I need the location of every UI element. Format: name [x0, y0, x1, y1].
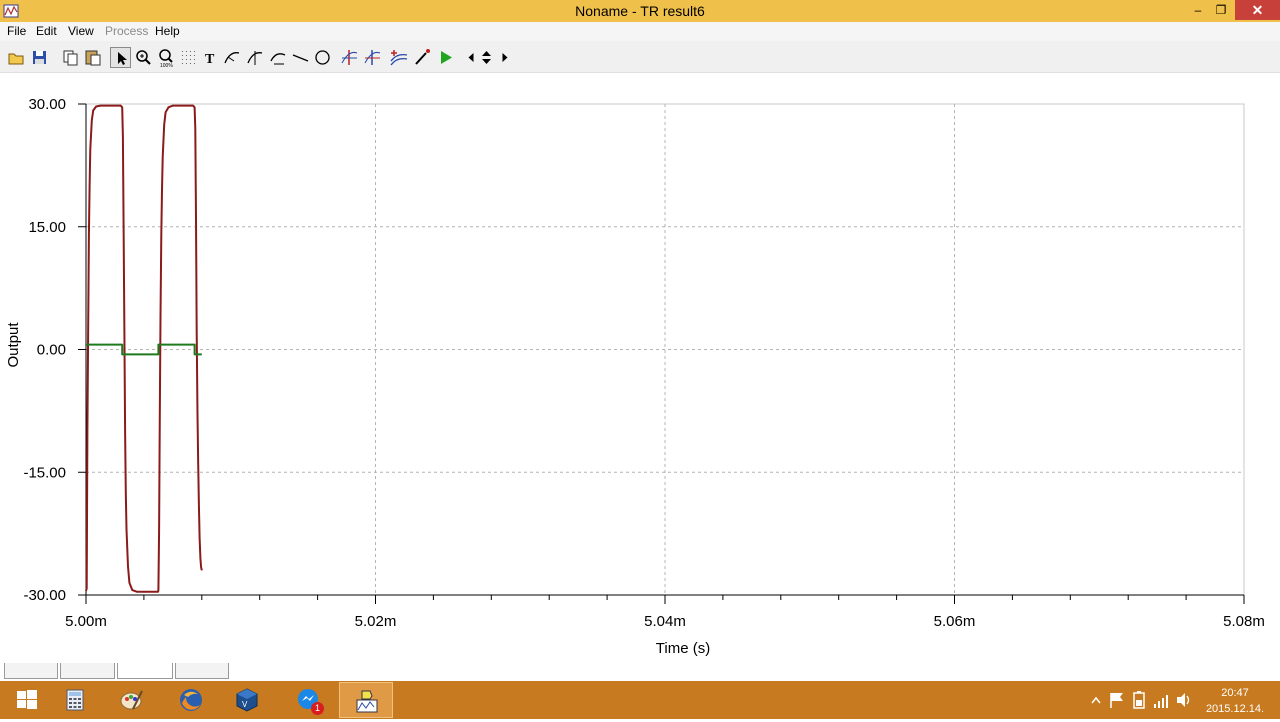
- axis-labels: Time (s) Output: [5, 322, 710, 657]
- tray-expand-icon[interactable]: [1090, 681, 1102, 719]
- action-center-icon[interactable]: [1108, 681, 1126, 719]
- close-button[interactable]: ✕: [1235, 0, 1280, 20]
- series: [85, 104, 203, 593]
- run-icon[interactable]: [435, 47, 456, 68]
- save-icon[interactable]: [29, 47, 50, 68]
- clock-time: 20:47: [1221, 687, 1249, 699]
- y-tick-label: 0.00: [37, 342, 66, 359]
- volume-icon[interactable]: [1175, 681, 1193, 719]
- sheet-tabs: [0, 663, 1280, 681]
- messenger-icon[interactable]: 1: [281, 682, 335, 718]
- title-bar: Noname - TR result6 – ❐ ✕: [0, 0, 1280, 22]
- grid: [85, 103, 1245, 596]
- taskbar: V 1 20:47 2015.12.14.: [0, 681, 1280, 719]
- calculator-icon[interactable]: [48, 682, 102, 718]
- cursor-a-icon[interactable]: [339, 47, 360, 68]
- pointer-icon[interactable]: [110, 47, 131, 68]
- sheet-tab[interactable]: [60, 663, 115, 679]
- cursor-b-icon[interactable]: [362, 47, 383, 68]
- menu-help[interactable]: Help: [155, 24, 180, 38]
- y-tick-label: 15.00: [28, 219, 66, 236]
- curve-marker-2-icon[interactable]: [268, 47, 289, 68]
- text-icon[interactable]: T: [200, 47, 221, 68]
- x-tick-label: 5.02m: [355, 613, 397, 630]
- scroll-right-icon[interactable]: [494, 47, 508, 68]
- svg-text:100%: 100%: [160, 63, 173, 68]
- sheet-tab[interactable]: [117, 663, 173, 679]
- clock[interactable]: 20:47 2015.12.14.: [1196, 685, 1274, 717]
- series-line-1: [85, 104, 203, 593]
- x-tick-label: 5.08m: [1223, 613, 1265, 630]
- zoom-in-icon[interactable]: [133, 47, 154, 68]
- y-tick-label: 30.00: [28, 96, 66, 113]
- sheet-tab[interactable]: [175, 663, 229, 679]
- grid-icon[interactable]: [178, 47, 199, 68]
- svg-text:V: V: [242, 700, 248, 709]
- paint-icon[interactable]: [105, 682, 159, 718]
- chart[interactable]: 5.00m 5.02m 5.04m 5.06m 5.08m 30.00 15.00 0.00 -…: [0, 73, 1280, 663]
- toolbar: 100% T: [0, 41, 1280, 73]
- svg-text:T: T: [205, 52, 215, 67]
- windows-start-icon[interactable]: [0, 682, 54, 718]
- virtualbox-icon[interactable]: V: [220, 682, 274, 718]
- open-folder-icon[interactable]: [6, 47, 27, 68]
- copy-icon[interactable]: [60, 47, 81, 68]
- y-tick-label: -15.00: [23, 464, 66, 481]
- x-tick-label: 5.04m: [644, 613, 686, 630]
- signal-icon[interactable]: [1152, 681, 1170, 719]
- plot-area[interactable]: 5.00m 5.02m 5.04m 5.06m 5.08m 30.00 15.00 0.00 -…: [0, 73, 1280, 663]
- x-tick-label: 5.06m: [934, 613, 976, 630]
- clock-date: 2015.12.14.: [1205, 703, 1265, 715]
- y-tick-label: -30.00: [23, 587, 66, 604]
- curve-marker-icon[interactable]: [245, 47, 266, 68]
- menu-edit[interactable]: Edit: [36, 24, 57, 38]
- menu-process[interactable]: Process: [105, 24, 148, 38]
- scroll-left-icon[interactable]: [461, 47, 475, 68]
- axes: 5.00m 5.02m 5.04m 5.06m 5.08m 30.00 15.00 0.00 -…: [23, 96, 1264, 630]
- maximize-button[interactable]: ❐: [1208, 0, 1234, 20]
- menu-bar: File Edit View Process Help: [0, 22, 1280, 41]
- scroll-updown-icon[interactable]: [476, 47, 493, 68]
- firefox-icon[interactable]: [164, 682, 218, 718]
- menu-file[interactable]: File: [7, 24, 26, 38]
- x-tick-label: 5.00m: [65, 613, 107, 630]
- probe-icon[interactable]: [412, 47, 433, 68]
- add-curve-icon[interactable]: [389, 47, 410, 68]
- line-icon[interactable]: [290, 47, 311, 68]
- window-title: Noname - TR result6: [575, 3, 705, 19]
- curve-label-icon[interactable]: [222, 47, 243, 68]
- battery-icon[interactable]: [1130, 681, 1148, 719]
- tina-icon[interactable]: [339, 682, 393, 718]
- zoom-100-icon[interactable]: 100%: [156, 47, 177, 68]
- ellipse-icon[interactable]: [312, 47, 333, 68]
- menu-view[interactable]: View: [68, 24, 94, 38]
- paste-icon[interactable]: [83, 47, 104, 68]
- sheet-tab[interactable]: [4, 663, 58, 679]
- notification-badge: 1: [311, 702, 324, 715]
- y-axis-label: Output: [5, 322, 22, 368]
- x-axis-label: Time (s): [656, 640, 710, 657]
